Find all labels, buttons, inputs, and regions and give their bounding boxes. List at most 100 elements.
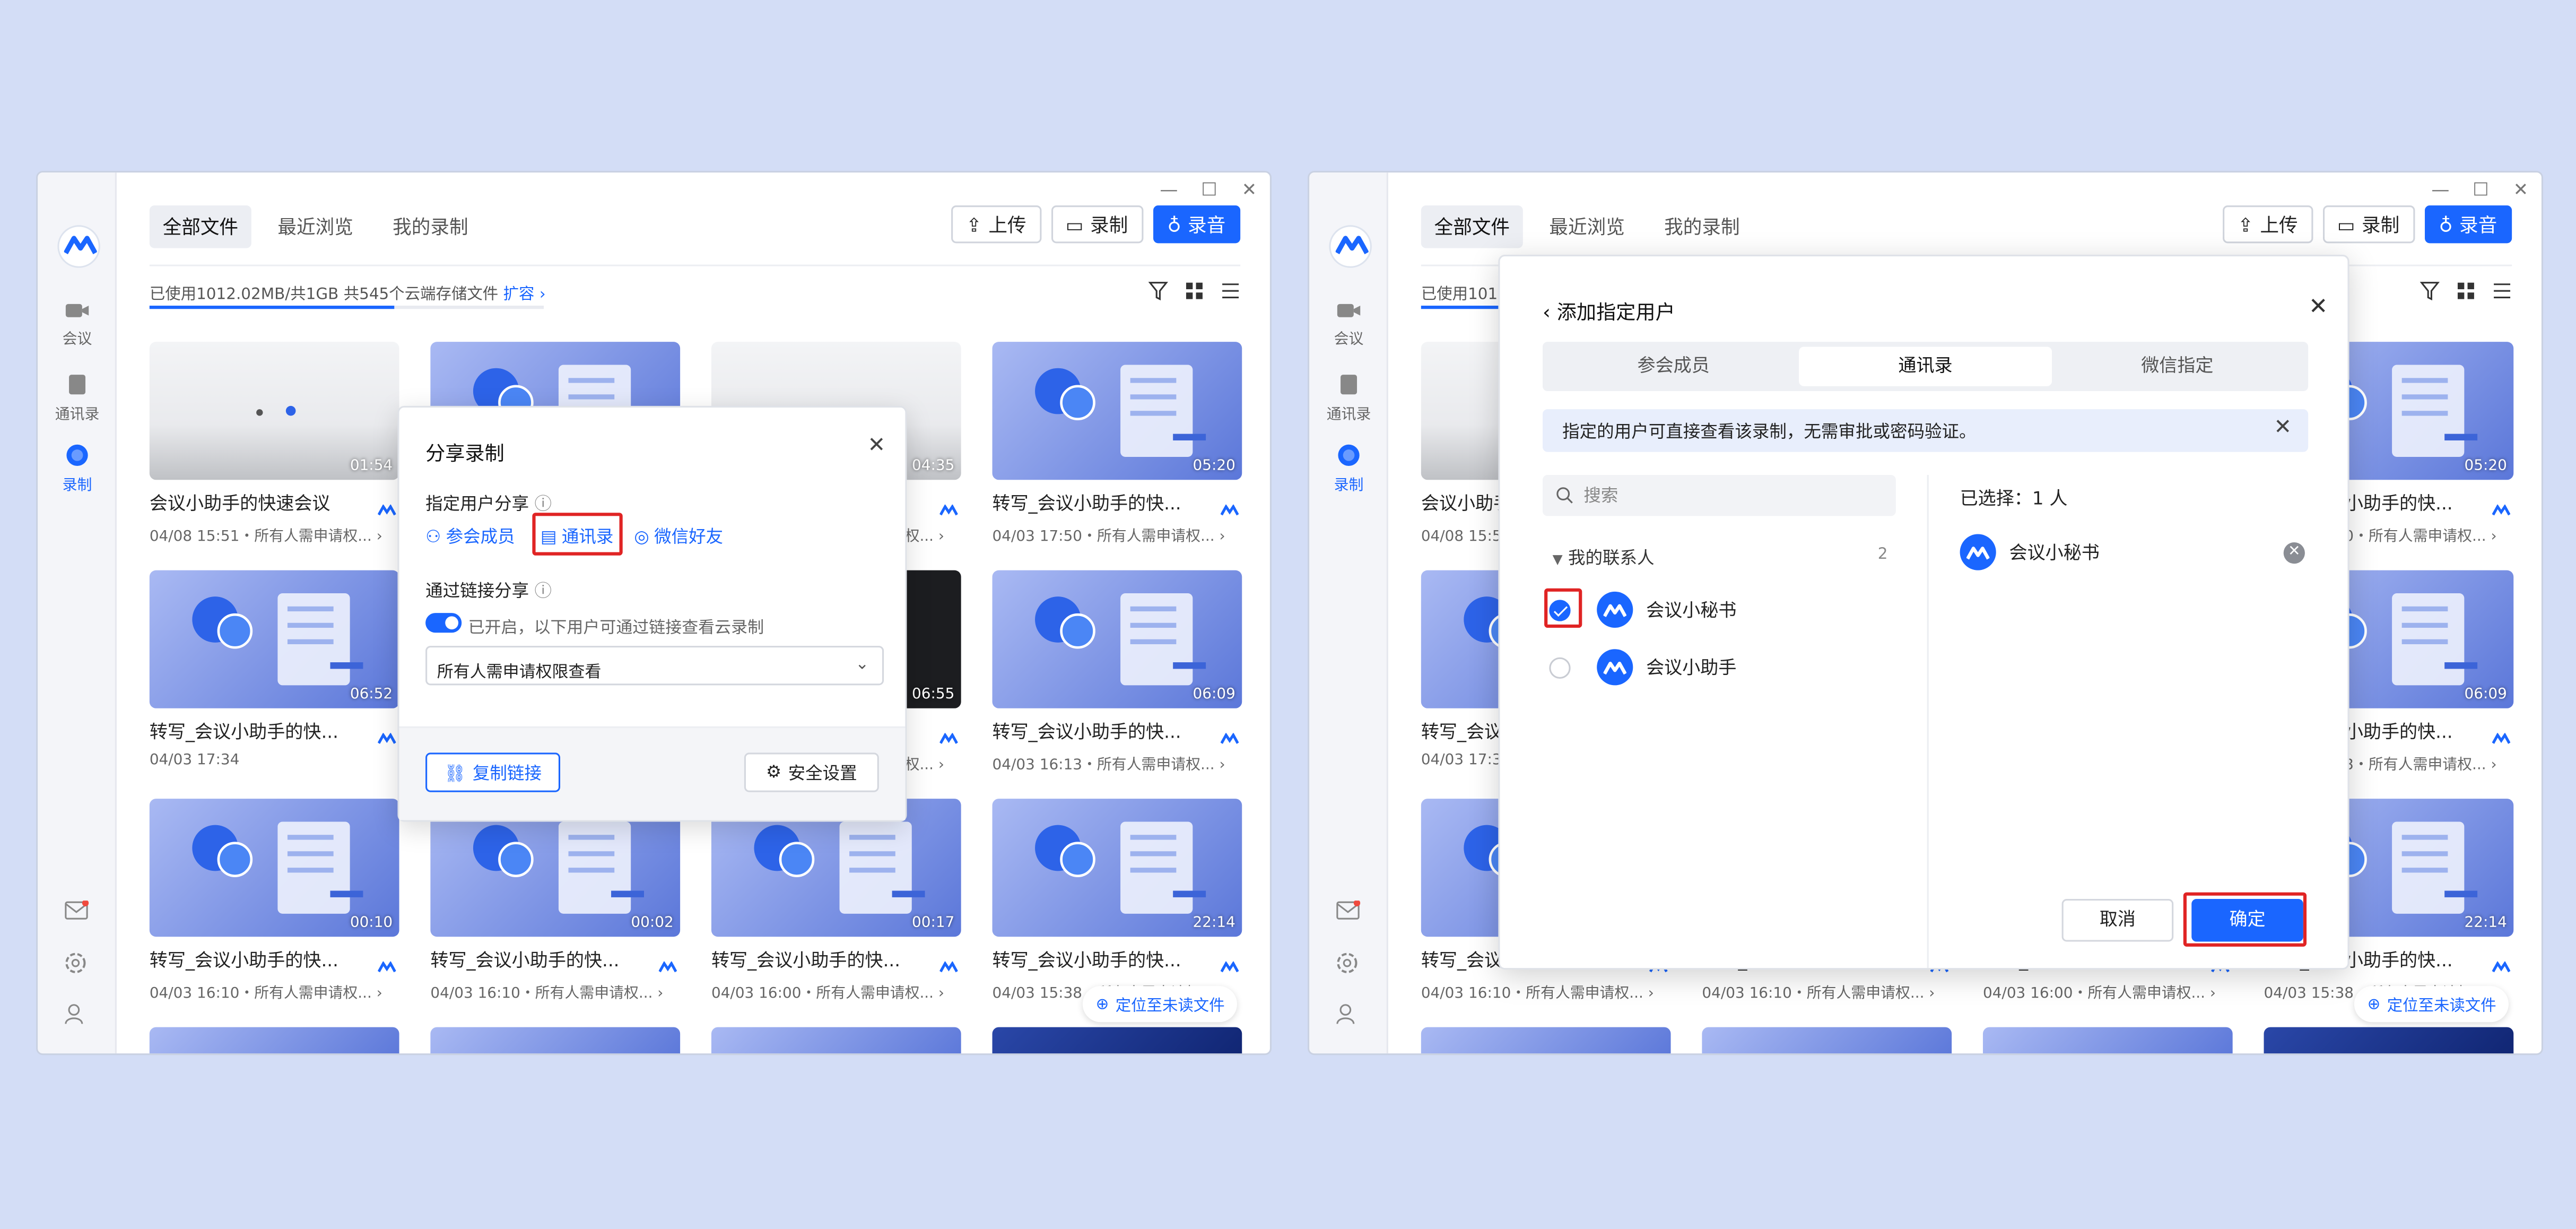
tab-all-files[interactable]: 全部文件 [1421, 205, 1523, 248]
tab-participants[interactable]: 参会成员 [1547, 347, 1799, 386]
locate-unread-button[interactable]: ⊕ 定位至未读文件 [1082, 986, 1238, 1023]
link-share-toggle[interactable] [425, 613, 462, 633]
recording-thumbnail[interactable] [1982, 1027, 2233, 1054]
recording-card[interactable]: 05:20 转写_会议小助手的快... 04/03 17:50・所有人需申请权...… [992, 342, 1242, 546]
locate-unread-button[interactable]: ⊕ 定位至未读文件 [2354, 986, 2510, 1023]
permission-select[interactable]: 所有人需申请权限查看 ⌄ [425, 646, 884, 686]
close-button[interactable]: ✕ [2513, 179, 2529, 201]
filter-icon[interactable] [1148, 281, 1168, 301]
tab-recent[interactable]: 最近浏览 [265, 205, 367, 248]
sidebar-item-recording[interactable]: 录制 [1309, 444, 1388, 495]
list-view-icon[interactable] [1221, 281, 1240, 301]
user-settings-icon[interactable] [64, 1002, 87, 1025]
recording-thumbnail[interactable]: 01:54 [149, 342, 399, 480]
grid-view-icon[interactable] [2456, 281, 2476, 301]
contact-row[interactable]: 会议小助手 [1549, 649, 1736, 686]
sidebar-item-recording[interactable]: 录制 [38, 444, 117, 495]
contact-group[interactable]: ▼ 我的联系人 [1553, 546, 1655, 570]
close-icon[interactable]: ✕ [2274, 416, 2292, 440]
recording-thumbnail[interactable] [149, 1027, 399, 1054]
sidebar-item-meeting[interactable]: 会议 [1309, 301, 1388, 349]
copy-link-button[interactable]: ⛓ 复制链接 [425, 752, 561, 792]
grid-view-icon[interactable] [1185, 281, 1204, 301]
record-button[interactable]: ▭ 录制 [1051, 205, 1143, 244]
avatar[interactable] [1329, 225, 1372, 268]
recording-card[interactable]: 06:09 转写_会议小助手的快... 04/03 16:13・所有人需申请权...… [992, 570, 1242, 774]
recording-card[interactable] [2264, 1027, 2514, 1054]
upload-button[interactable]: ⇪ 上传 [951, 205, 1041, 244]
recording-card[interactable] [711, 1027, 961, 1054]
recording-card[interactable] [1702, 1027, 1952, 1054]
recording-card[interactable] [992, 1027, 1242, 1054]
app-logo-icon [939, 720, 959, 751]
recording-card[interactable] [149, 1027, 399, 1054]
recording-thumbnail[interactable] [1702, 1027, 1952, 1054]
audio-record-button[interactable]: ♁ 录音 [2424, 205, 2512, 244]
tab-my-recordings[interactable]: 我的录制 [1651, 205, 1753, 248]
avatar[interactable] [57, 225, 100, 268]
chevron-left-icon[interactable]: ‹ [1543, 301, 1551, 324]
remove-icon[interactable]: ✕ [2283, 541, 2305, 563]
minimize-button[interactable]: — [1160, 179, 1178, 201]
mail-icon[interactable] [64, 901, 89, 920]
recording-card[interactable]: 00:10 转写_会议小助手的快... 04/03 16:10・所有人需申请权...… [149, 799, 399, 1002]
recording-card[interactable] [1982, 1027, 2233, 1054]
recording-card[interactable]: 00:02 转写_会议小助手的快... 04/03 16:10・所有人需申请权...… [430, 799, 681, 1002]
filter-icon[interactable] [2420, 281, 2440, 301]
info-icon[interactable]: ⓘ [535, 582, 552, 601]
recording-card[interactable]: 01:54 会议小助手的快速会议 04/08 15:51・所有人需申请权... › [149, 342, 399, 546]
option-participants[interactable]: ⚇ 参会成员 [425, 524, 515, 549]
search-input[interactable]: 搜索 [1542, 475, 1896, 516]
recording-thumbnail[interactable]: 22:14 [992, 799, 1242, 937]
tab-all-files[interactable]: 全部文件 [149, 205, 251, 248]
close-icon[interactable]: ✕ [867, 434, 885, 458]
user-settings-icon[interactable] [1336, 1002, 1359, 1025]
maximize-button[interactable]: ☐ [2473, 179, 2489, 201]
wechat-icon: ◎ [634, 526, 649, 547]
recording-thumbnail[interactable] [2264, 1027, 2514, 1054]
tab-wechat[interactable]: 微信指定 [2051, 347, 2303, 386]
minimize-button[interactable]: — [2431, 179, 2449, 201]
recording-thumbnail[interactable]: 05:20 [992, 342, 1242, 480]
mail-icon[interactable] [1336, 901, 1361, 920]
video-camera-icon [65, 304, 89, 317]
recording-card[interactable] [1421, 1027, 1671, 1054]
recording-card[interactable]: 06:52 转写_会议小助手的快... 04/03 17:34 [149, 570, 399, 769]
audio-label: 录音 [2459, 213, 2497, 236]
recording-thumbnail[interactable]: 00:10 [149, 799, 399, 937]
expand-link[interactable]: 扩容 › [503, 286, 546, 304]
sidebar-item-contacts[interactable]: 通讯录 [1309, 373, 1388, 424]
recording-card[interactable]: 00:17 转写_会议小助手的快... 04/03 16:00・所有人需申请权...… [711, 799, 961, 1002]
audio-record-button[interactable]: ♁ 录音 [1152, 205, 1241, 244]
recording-thumbnail[interactable] [992, 1027, 1242, 1054]
recording-thumbnail[interactable] [1421, 1027, 1671, 1054]
recording-thumbnail[interactable]: 06:52 [149, 570, 399, 708]
close-icon[interactable]: ✕ [2309, 294, 2328, 321]
recording-card[interactable] [430, 1027, 681, 1054]
record-button[interactable]: ▭ 录制 [2322, 205, 2415, 244]
sidebar-item-label: 通讯录 [1326, 408, 1371, 425]
close-button[interactable]: ✕ [1242, 179, 1257, 201]
recording-thumbnail[interactable] [430, 1027, 681, 1054]
info-icon[interactable]: ⓘ [535, 495, 552, 514]
maximize-button[interactable]: ☐ [1201, 179, 1217, 201]
option-wechat-friends[interactable]: ◎ 微信好友 [634, 524, 723, 549]
list-view-icon[interactable] [2492, 281, 2512, 301]
upload-icon: ⇪ [966, 213, 982, 236]
selected-count: 已选择：1 人 [1960, 488, 2068, 510]
gear-icon[interactable] [1336, 951, 1359, 974]
sidebar-item-meeting[interactable]: 会议 [38, 301, 117, 349]
checkbox-unchecked[interactable] [1549, 656, 1571, 678]
security-settings-button[interactable]: ⚙ 安全设置 [744, 752, 879, 792]
recording-thumbnail[interactable]: 06:09 [992, 570, 1242, 708]
tab-my-recordings[interactable]: 我的录制 [379, 205, 481, 248]
tab-recent[interactable]: 最近浏览 [1536, 205, 1638, 248]
upload-button[interactable]: ⇪ 上传 [2223, 205, 2313, 244]
sidebar-item-contacts[interactable]: 通讯录 [38, 373, 117, 424]
cancel-button[interactable]: 取消 [2061, 899, 2174, 942]
recording-title: 转写_会议小助手的快... [992, 721, 1181, 743]
recording-thumbnail[interactable] [711, 1027, 961, 1054]
gear-icon[interactable] [64, 951, 87, 974]
recording-card[interactable]: 22:14转写_会议小助手的快...04/03 15:38・所有人需申请权...… [992, 799, 1242, 1002]
tab-contacts[interactable]: 通讯录 [1799, 347, 2051, 386]
